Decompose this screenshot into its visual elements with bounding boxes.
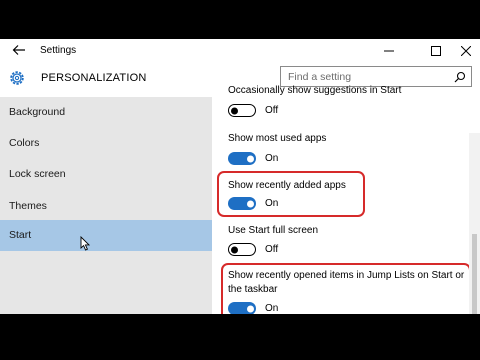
toggle-state: Off — [265, 105, 279, 116]
page-title: PERSONALIZATION — [41, 72, 147, 84]
maximize-icon — [431, 46, 441, 56]
search-placeholder: Find a setting — [288, 71, 352, 83]
sidebar-item-label: Colors — [9, 137, 40, 149]
gear-icon — [10, 71, 24, 85]
toggle-state: Off — [265, 244, 279, 255]
setting-label: Show most used apps — [228, 133, 327, 144]
toggle-state: On — [265, 198, 279, 209]
setting-label-line1: Show recently opened items in Jump Lists… — [228, 270, 465, 281]
minimize-icon — [384, 50, 394, 52]
settings-window: Settings PERSONALIZATION Find a setting … — [0, 39, 480, 314]
highlight-annotation — [217, 171, 365, 217]
sidebar-item-colors[interactable]: Colors — [0, 128, 212, 159]
close-button[interactable] — [451, 39, 480, 63]
sidebar-item-start[interactable]: Start — [0, 220, 212, 251]
minimize-button[interactable] — [374, 39, 404, 63]
search-icon[interactable] — [454, 71, 466, 83]
close-icon — [461, 46, 471, 56]
setting-label: Show recently added apps — [228, 180, 346, 191]
toggle-knob — [231, 107, 238, 114]
toggle-knob — [247, 200, 254, 207]
window-title: Settings — [40, 45, 77, 56]
toggle-knob — [247, 155, 254, 162]
sidebar-item-label: Themes — [9, 200, 47, 212]
sidebar-item-label: Background — [9, 106, 66, 118]
maximize-button[interactable] — [421, 39, 451, 63]
scrollbar-thumb[interactable] — [472, 234, 477, 314]
toggle-knob — [231, 246, 238, 253]
toggle-show-recently-opened-items[interactable] — [228, 302, 256, 314]
sidebar-item-lock-screen[interactable]: Lock screen — [0, 159, 212, 190]
sidebar-item-label: Start — [9, 229, 32, 241]
search-input[interactable]: Find a setting — [280, 66, 472, 87]
toggle-use-start-full-screen[interactable] — [228, 243, 256, 256]
sidebar-item-themes[interactable]: Themes — [0, 191, 212, 222]
setting-label-line2: the taskbar — [228, 284, 278, 295]
title-bar: Settings — [0, 39, 480, 63]
mouse-cursor-icon — [80, 236, 90, 251]
sidebar: Background Colors Lock screen Themes Sta… — [0, 97, 212, 314]
toggle-knob — [247, 305, 254, 312]
sidebar-item-background[interactable]: Background — [0, 97, 212, 128]
sidebar-item-label: Lock screen — [9, 168, 66, 180]
toggle-state: On — [265, 153, 279, 164]
toggle-show-most-used-apps[interactable] — [228, 152, 256, 165]
settings-content: Occasionally show suggestions in Start O… — [213, 85, 475, 314]
setting-label: Occasionally show suggestions in Start — [228, 85, 402, 96]
toggle-state: On — [265, 303, 279, 314]
toggle-occasionally-show-suggestions[interactable] — [228, 104, 256, 117]
back-arrow-icon[interactable] — [12, 43, 26, 57]
toggle-show-recently-added-apps[interactable] — [228, 197, 256, 210]
setting-label: Use Start full screen — [228, 225, 319, 236]
